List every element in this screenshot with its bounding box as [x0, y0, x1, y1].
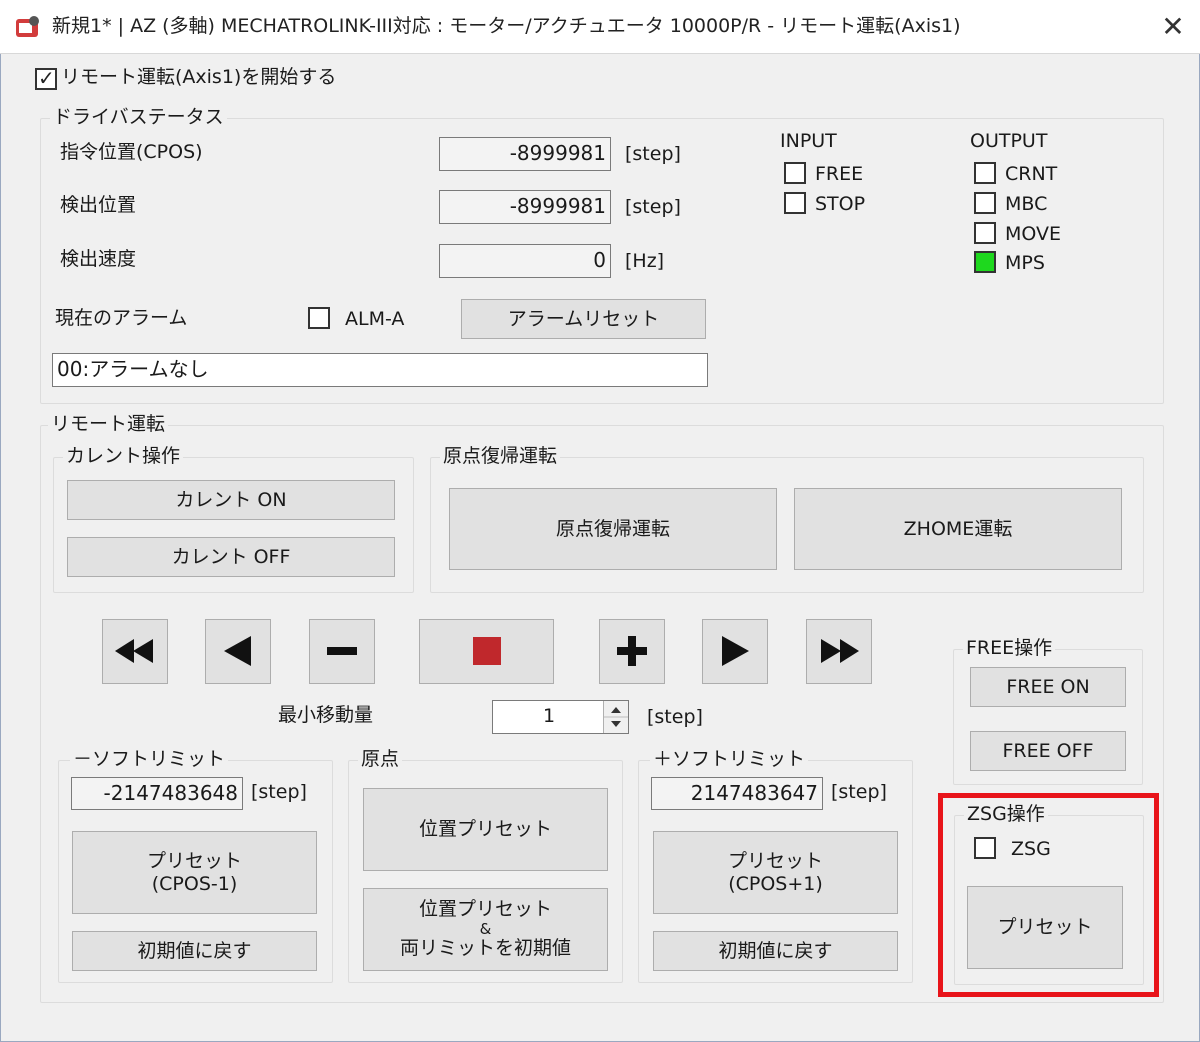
preset-both-line3: 両リミットを初期値: [399, 937, 571, 960]
cpos-field: -8999981: [439, 137, 611, 171]
alm-a-label: ALM-A: [345, 308, 405, 330]
neg-limit-reset-button[interactable]: 初期値に戻す: [72, 931, 317, 971]
pos-limit-preset-line1: プリセット: [727, 849, 823, 872]
min-move-spinner[interactable]: 1: [492, 700, 629, 734]
output-mps-indicator: [974, 251, 996, 273]
home-operation-button[interactable]: 原点復帰運転: [449, 488, 777, 570]
spinner-arrows[interactable]: [603, 701, 628, 733]
alarm-reset-button[interactable]: アラームリセット: [461, 299, 706, 339]
preset-both-line2: &: [479, 919, 492, 938]
current-off-button[interactable]: カレント OFF: [67, 537, 395, 577]
pos-limit-unit: [step]: [831, 781, 887, 803]
current-alarm-label: 現在のアラーム: [55, 307, 188, 329]
pos-limit-title: ＋ソフトリミット: [650, 750, 809, 769]
neg-limit-preset-button[interactable]: プリセット (CPOS-1): [72, 831, 317, 914]
step-minus-button[interactable]: [309, 619, 375, 684]
min-move-unit: [step]: [647, 706, 703, 728]
free-ops-title: FREE操作: [963, 639, 1056, 658]
input-free-label: FREE: [815, 163, 864, 185]
forward-icon: [722, 636, 749, 666]
min-move-value: 1: [543, 705, 556, 727]
detected-position-label: 検出位置: [60, 194, 137, 216]
neg-limit-preset-line1: プリセット: [146, 849, 242, 872]
neg-limit-unit: [step]: [251, 781, 307, 803]
alm-a-indicator: [308, 307, 330, 329]
fast-reverse-button[interactable]: [102, 619, 168, 684]
output-move-label: MOVE: [1005, 223, 1062, 245]
cpos-label: 指令位置(CPOS): [60, 141, 203, 163]
position-preset-both-limits-button[interactable]: 位置プリセット & 両リミットを初期値: [363, 888, 608, 971]
current-on-button[interactable]: カレント ON: [67, 480, 395, 520]
remote-start-label: リモート運転(Axis1)を開始する: [61, 66, 337, 88]
fast-forward-button[interactable]: [806, 619, 872, 684]
detected-speed-field: 0: [439, 244, 611, 278]
output-mps-label: MPS: [1005, 252, 1045, 274]
detected-speed-label: 検出速度: [60, 248, 137, 270]
stop-button[interactable]: [419, 619, 554, 684]
min-move-label: 最小移動量: [278, 704, 374, 726]
pos-limit-preset-line2: (CPOS+1): [728, 872, 823, 895]
neg-limit-preset-line2: (CPOS-1): [151, 872, 238, 895]
plus-icon: [617, 636, 647, 666]
pos-limit-field[interactable]: 2147483647: [651, 777, 823, 810]
input-stop-label: STOP: [815, 193, 866, 215]
remote-operation-title: リモート運転: [48, 415, 169, 434]
pos-limit-preset-button[interactable]: プリセット (CPOS+1): [653, 831, 898, 914]
app-icon: [16, 16, 39, 37]
remote-start-checkbox[interactable]: [35, 66, 57, 90]
reverse-icon: [224, 636, 251, 666]
origin-title: 原点: [358, 750, 403, 769]
cpos-unit: [step]: [625, 143, 681, 165]
minus-icon: [327, 647, 357, 655]
driver-status-title: ドライバステータス: [50, 108, 227, 127]
input-title: INPUT: [780, 130, 837, 152]
output-mbc-label: MBC: [1005, 193, 1048, 215]
title-bar: 新規1* | AZ (多軸) MECHATROLINK-III対応 : モーター…: [0, 0, 1200, 54]
position-preset-button[interactable]: 位置プリセット: [363, 788, 608, 871]
detected-speed-unit: [Hz]: [625, 250, 665, 272]
preset-both-line1: 位置プリセット: [418, 898, 552, 921]
output-title: OUTPUT: [970, 130, 1048, 152]
zhome-operation-button[interactable]: ZHOME運転: [794, 488, 1122, 570]
zsg-highlight-box: [938, 793, 1159, 997]
step-plus-button[interactable]: [599, 619, 665, 684]
detected-position-unit: [step]: [625, 196, 681, 218]
alarm-text-field: 00:アラームなし: [52, 353, 708, 387]
forward-button[interactable]: [702, 619, 768, 684]
fast-reverse-icon: [115, 639, 153, 663]
window-title: 新規1* | AZ (多軸) MECHATROLINK-III対応 : モーター…: [52, 15, 961, 37]
stop-icon: [473, 637, 501, 665]
free-off-button[interactable]: FREE OFF: [970, 731, 1126, 771]
fast-forward-icon: [821, 639, 859, 663]
output-move-indicator: [974, 222, 996, 244]
neg-limit-field[interactable]: -2147483648: [71, 777, 243, 810]
input-stop-indicator: [784, 192, 806, 214]
current-ops-title: カレント操作: [63, 447, 184, 466]
reverse-button[interactable]: [205, 619, 271, 684]
spinner-updown-icon: [604, 707, 628, 727]
output-crnt-indicator: [974, 162, 996, 184]
output-crnt-label: CRNT: [1005, 163, 1058, 185]
output-mbc-indicator: [974, 192, 996, 214]
neg-limit-title: －ソフトリミット: [70, 750, 229, 769]
detected-position-field: -8999981: [439, 190, 611, 224]
pos-limit-reset-button[interactable]: 初期値に戻す: [653, 931, 898, 971]
input-free-indicator: [784, 162, 806, 184]
close-icon[interactable]: ✕: [1158, 12, 1188, 42]
free-on-button[interactable]: FREE ON: [970, 667, 1126, 707]
homing-title: 原点復帰運転: [440, 447, 561, 466]
